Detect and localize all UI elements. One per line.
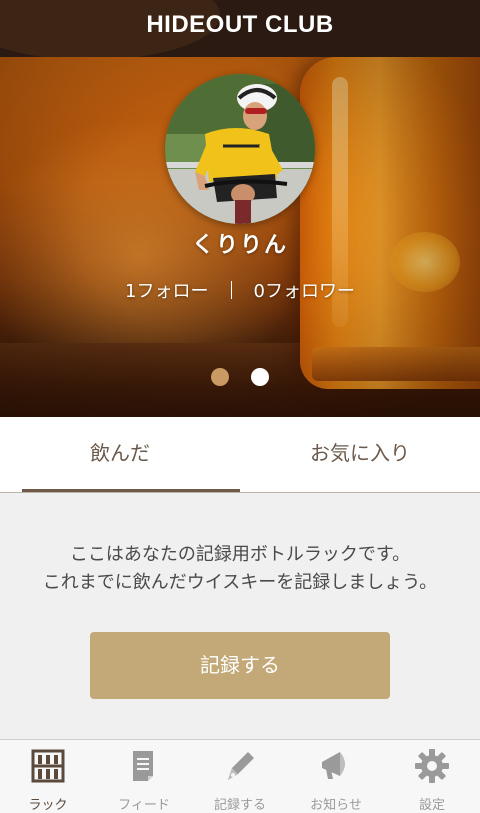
- tab-favorites[interactable]: お気に入り: [240, 417, 480, 493]
- app-title: HIDEOUT CLUB: [146, 11, 334, 38]
- carousel-page-indicator: [0, 368, 480, 386]
- nav-label-rack: ラック: [28, 798, 68, 813]
- tab-drank[interactable]: 飲んだ: [0, 417, 240, 493]
- nav-item-rack[interactable]: ラック: [0, 740, 96, 813]
- pen-icon: [228, 752, 254, 780]
- page-dot-1[interactable]: [211, 368, 229, 386]
- nav-label-feed: フィード: [118, 798, 170, 813]
- following-count[interactable]: 1フォロー: [125, 277, 208, 303]
- megaphone-icon: [322, 752, 345, 779]
- empty-rack-message: ここはあなたの記録用ボトルラックです。 これまでに飲んだウイスキーを記録しましょ…: [0, 541, 480, 597]
- nav-label-record: 記録する: [213, 798, 266, 813]
- rack-tabs: 飲んだ お気に入り: [0, 417, 480, 493]
- nav-item-notifications[interactable]: お知らせ: [288, 740, 384, 813]
- tab-drank-label: 飲んだ: [90, 441, 150, 465]
- rack-content: ここはあなたの記録用ボトルラックです。 これまでに飲んだウイスキーを記録しましょ…: [0, 493, 480, 739]
- gear-icon: [415, 749, 449, 783]
- rack-icon: [31, 749, 65, 783]
- page-dot-2[interactable]: [251, 368, 269, 386]
- nav-item-record[interactable]: 記録する: [192, 740, 288, 813]
- followers-count[interactable]: 0フォロワー: [254, 277, 355, 303]
- avatar[interactable]: [165, 74, 315, 224]
- follow-divider: [230, 281, 232, 299]
- app-header: HIDEOUT CLUB: [0, 0, 480, 57]
- feed-icon: [133, 751, 153, 781]
- nav-item-feed[interactable]: フィード: [96, 740, 192, 813]
- profile-banner[interactable]: くりりん 1フォロー 0フォロワー: [0, 57, 480, 417]
- follow-stats: 1フォロー 0フォロワー: [0, 275, 480, 305]
- record-button[interactable]: 記録する: [90, 632, 390, 699]
- nav-label-notifications: お知らせ: [310, 798, 362, 813]
- tab-favorites-label: お気に入り: [310, 441, 410, 465]
- nav-item-settings[interactable]: 設定: [384, 740, 480, 813]
- bottom-tab-bar: ラック フィード 記録する お知らせ 設定: [0, 739, 480, 813]
- empty-rack-message-line-2: これまでに飲んだウイスキーを記録しましょう。: [42, 572, 438, 593]
- profile-name: くりりん: [191, 233, 288, 258]
- empty-rack-message-line-1: ここはあなたの記録用ボトルラックです。: [69, 544, 411, 565]
- avatar-cyclist-photo: [165, 74, 315, 224]
- nav-label-settings: 設定: [418, 798, 445, 813]
